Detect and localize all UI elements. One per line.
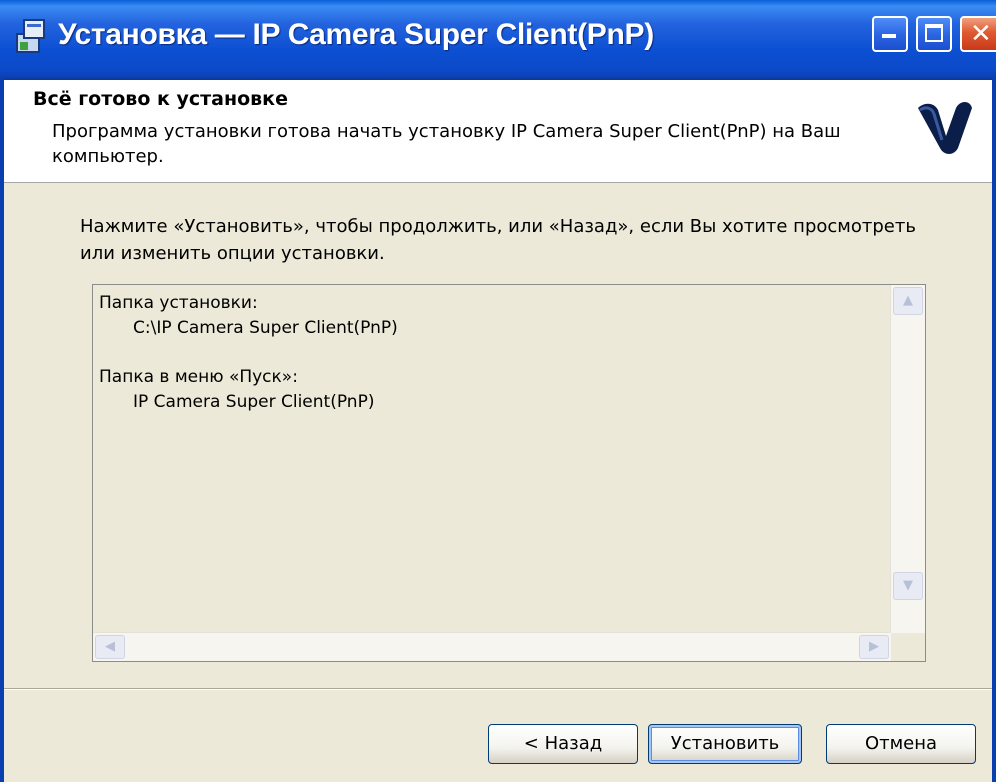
installer-icon	[16, 19, 45, 53]
ready-memo[interactable]: Папка установки: C:\IP Camera Super Clie…	[92, 284, 926, 662]
memo-spacer	[99, 341, 398, 365]
minimize-button[interactable]	[872, 16, 908, 52]
install-button[interactable]: Установить	[648, 724, 802, 764]
scroll-down-icon[interactable]: ▼	[893, 572, 923, 600]
maximize-button[interactable]	[916, 16, 952, 52]
start-menu-value: IP Camera Super Client(PnP)	[133, 392, 375, 412]
back-button[interactable]: < Назад	[488, 724, 638, 764]
scroll-left-icon[interactable]: ◀	[95, 635, 125, 659]
start-menu-label: Папка в меню «Пуск»:	[99, 367, 298, 387]
vertical-scrollbar[interactable]: ▲ ▼	[890, 285, 925, 634]
footer-divider	[0, 688, 996, 690]
title-bar[interactable]: Установка — IP Camera Super Client(PnP) …	[0, 0, 996, 80]
window-border-right	[992, 78, 996, 782]
cancel-button[interactable]: Отмена	[826, 724, 976, 764]
close-button[interactable]: ✕	[960, 16, 996, 52]
minimize-icon	[882, 34, 896, 38]
close-icon: ✕	[970, 19, 992, 49]
scroll-right-icon[interactable]: ▶	[859, 635, 889, 659]
memo-text: Папка установки: C:\IP Camera Super Clie…	[99, 291, 398, 415]
window-border-left	[0, 78, 4, 782]
page-title: Всё готово к установке	[33, 88, 288, 110]
page-subtitle: Программа установки готова начать устано…	[52, 121, 841, 167]
maximize-icon	[925, 24, 943, 42]
install-folder-value: C:\IP Camera Super Client(PnP)	[133, 318, 398, 338]
window-title: Установка — IP Camera Super Client(PnP)	[58, 18, 654, 51]
scrollbar-corner	[891, 633, 925, 661]
instruction-text: Нажмите «Установить», чтобы продолжить, …	[80, 216, 916, 264]
scroll-up-icon[interactable]: ▲	[893, 287, 923, 315]
install-folder-label: Папка установки:	[99, 293, 258, 313]
wizard-logo-icon	[918, 102, 972, 154]
horizontal-scrollbar[interactable]: ◀ ▶	[93, 632, 891, 661]
